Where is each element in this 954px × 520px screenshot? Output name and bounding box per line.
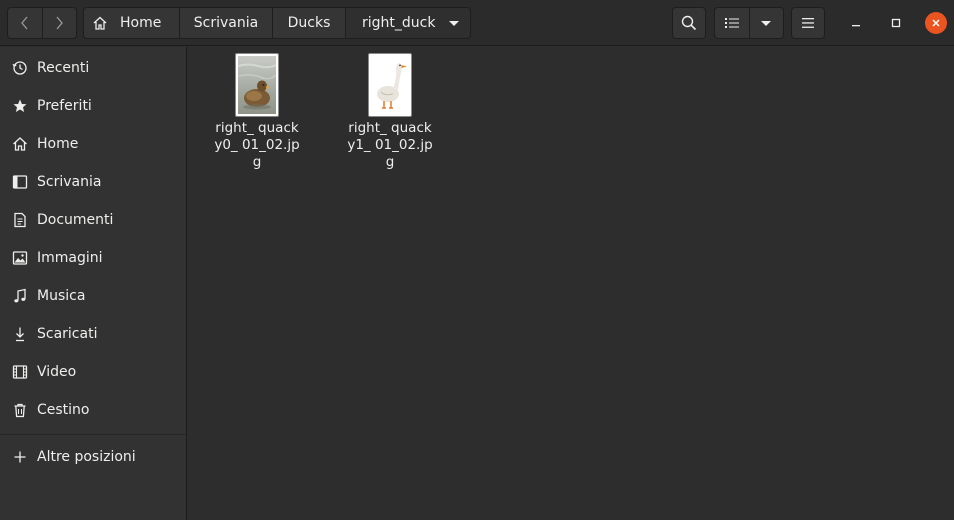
close-icon — [932, 19, 940, 27]
file-view: right_ quacky0_ 01_02.jpg right_ quacky1… — [188, 47, 954, 520]
star-icon — [12, 98, 28, 114]
sidebar-item-label: Scrivania — [37, 174, 102, 190]
back-button[interactable] — [8, 8, 42, 38]
sidebar-item-label: Musica — [37, 288, 86, 304]
breadcrumb-scrivania[interactable]: Scrivania — [179, 8, 272, 38]
sidebar-item-musica[interactable]: Musica — [0, 278, 186, 314]
minimize-icon — [852, 25, 860, 27]
sidebar: Recenti Preferiti Home Scrivania Documen… — [0, 47, 187, 520]
breadcrumb-home[interactable]: Home — [84, 8, 179, 38]
sidebar-item-immagini[interactable]: Immagini — [0, 240, 186, 276]
close-button[interactable] — [925, 12, 947, 34]
breadcrumb-label: right_duck — [362, 15, 436, 31]
maximize-button[interactable] — [885, 12, 907, 34]
maximize-icon — [891, 18, 901, 28]
sidebar-item-cestino[interactable]: Cestino — [0, 392, 186, 428]
home-icon — [93, 16, 107, 30]
navigation-buttons — [7, 7, 77, 39]
image-icon — [12, 250, 28, 266]
trash-icon — [12, 402, 28, 418]
forward-button[interactable] — [41, 8, 77, 38]
hamburger-icon — [802, 18, 814, 28]
header-bar: Home Scrivania Ducks right_duck — [0, 0, 954, 46]
image-thumbnail — [235, 53, 279, 117]
chevron-down-icon — [761, 20, 772, 26]
file-name: right_ quacky0_ 01_02.jpg — [214, 120, 300, 170]
view-menu-button[interactable] — [748, 8, 784, 38]
music-icon — [12, 288, 28, 304]
breadcrumb: Home Scrivania Ducks right_duck — [83, 7, 471, 39]
video-icon — [12, 364, 28, 380]
menu-button[interactable] — [791, 7, 825, 39]
sidebar-item-scaricati[interactable]: Scaricati — [0, 316, 186, 352]
desktop-icon — [12, 174, 28, 190]
breadcrumb-label: Home — [120, 15, 162, 31]
dropdown-arrow-icon — [449, 21, 459, 26]
download-icon — [12, 326, 28, 342]
list-view-icon — [724, 18, 739, 28]
list-view-button[interactable] — [715, 8, 749, 38]
image-thumbnail — [368, 53, 412, 117]
sidebar-item-recenti[interactable]: Recenti — [0, 50, 186, 86]
plus-icon — [12, 449, 28, 465]
duck-photo-icon — [237, 56, 277, 114]
goose-photo-icon — [371, 56, 409, 114]
file-item[interactable]: right_ quacky0_ 01_02.jpg — [202, 53, 312, 171]
sidebar-item-video[interactable]: Video — [0, 354, 186, 390]
breadcrumb-ducks[interactable]: Ducks — [272, 8, 345, 38]
document-icon — [12, 212, 28, 228]
breadcrumb-label: Scrivania — [193, 15, 259, 31]
chevron-left-icon — [20, 16, 28, 30]
chevron-right-icon — [56, 16, 64, 30]
clock-icon — [12, 60, 28, 76]
sidebar-item-home[interactable]: Home — [0, 126, 186, 162]
sidebar-item-label: Cestino — [37, 402, 90, 418]
sidebar-item-other-locations[interactable]: Altre posizioni — [0, 439, 186, 475]
search-button[interactable] — [672, 7, 706, 39]
file-name: right_ quacky1_ 01_02.jpg — [347, 120, 433, 170]
sidebar-separator — [0, 434, 186, 435]
sidebar-item-label: Altre posizioni — [37, 449, 136, 465]
home-icon — [12, 136, 28, 152]
view-options — [714, 7, 784, 39]
sidebar-item-preferiti[interactable]: Preferiti — [0, 88, 186, 124]
file-item[interactable]: right_ quacky1_ 01_02.jpg — [335, 53, 445, 171]
sidebar-item-label: Scaricati — [37, 326, 98, 342]
sidebar-item-label: Immagini — [37, 250, 103, 266]
sidebar-item-label: Documenti — [37, 212, 114, 228]
minimize-button[interactable] — [845, 12, 867, 34]
sidebar-item-label: Preferiti — [37, 98, 92, 114]
sidebar-item-scrivania[interactable]: Scrivania — [0, 164, 186, 200]
breadcrumb-label: Ducks — [287, 15, 331, 31]
sidebar-item-label: Video — [37, 364, 77, 380]
sidebar-item-label: Home — [37, 136, 79, 152]
sidebar-item-label: Recenti — [37, 60, 90, 76]
search-icon — [681, 15, 697, 31]
sidebar-item-documenti[interactable]: Documenti — [0, 202, 186, 238]
breadcrumb-current[interactable]: right_duck — [345, 8, 470, 38]
